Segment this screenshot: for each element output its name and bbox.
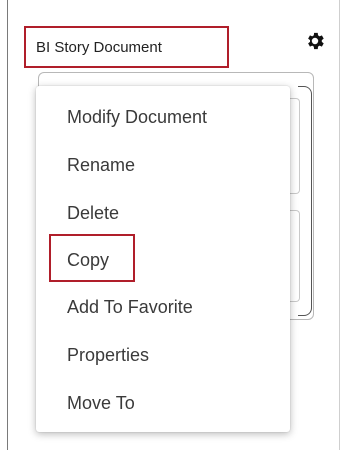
- document-title[interactable]: BI Story Document: [24, 26, 229, 68]
- menu-item-add-to-favorite[interactable]: Add To Favorite: [67, 296, 193, 318]
- menu-item-properties[interactable]: Properties: [67, 344, 149, 366]
- card-edge: [298, 86, 312, 316]
- document-title-label: BI Story Document: [36, 38, 162, 56]
- menu-item-modify-document[interactable]: Modify Document: [67, 106, 207, 128]
- gear-icon[interactable]: [304, 30, 326, 52]
- menu-item-delete[interactable]: Delete: [67, 202, 119, 224]
- menu-item-move-to[interactable]: Move To: [67, 392, 135, 414]
- menu-item-rename[interactable]: Rename: [67, 154, 135, 176]
- copy-highlight-box: [49, 234, 135, 282]
